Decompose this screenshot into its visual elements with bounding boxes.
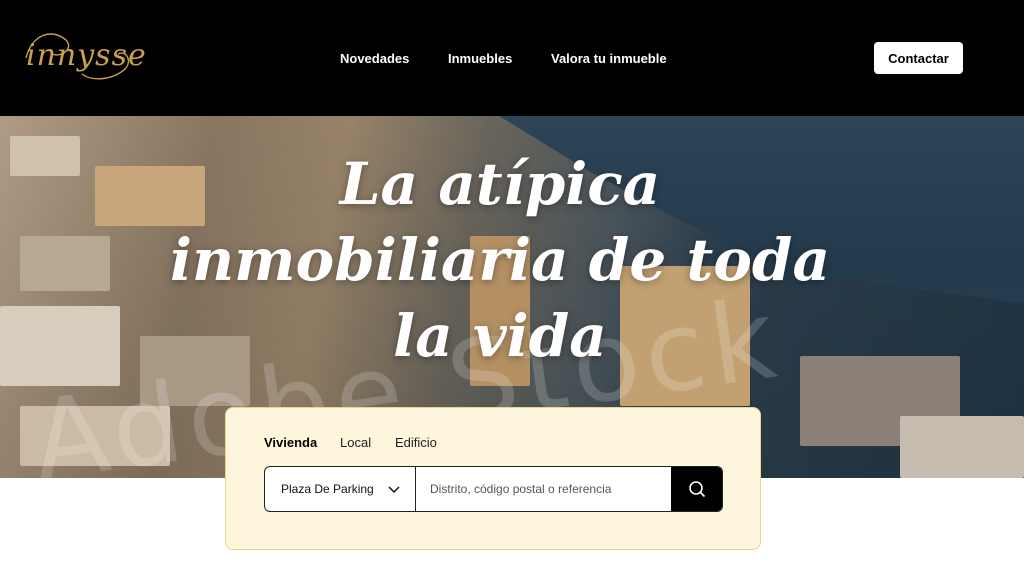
brand-logo[interactable]: innysse (22, 24, 146, 86)
hero-title: La atípica inmobiliaria de toda la vida (169, 150, 831, 370)
tab-local[interactable]: Local (340, 435, 371, 450)
operation-select[interactable]: Plaza De Parking (265, 467, 416, 511)
chevron-down-icon (388, 486, 400, 494)
city-building (10, 136, 80, 176)
tab-edificio[interactable]: Edificio (395, 435, 437, 450)
nav-item-novedades[interactable]: Novedades (340, 51, 409, 66)
nav-item-valora-tu-inmueble[interactable]: Valora tu inmueble (551, 51, 667, 66)
search-icon (688, 481, 705, 498)
logo-text: innysse (26, 38, 147, 73)
search-card: Vivienda Local Edificio Plaza De Parking (225, 407, 761, 550)
city-building (20, 236, 110, 291)
operation-select-value: Plaza De Parking (281, 482, 374, 496)
contact-button[interactable]: Contactar (874, 42, 963, 74)
site-header: innysse Novedades Inmuebles Valora tu in… (0, 0, 1024, 116)
search-button[interactable] (671, 467, 722, 511)
nav-item-inmuebles[interactable]: Inmuebles (448, 51, 512, 66)
search-input[interactable] (416, 467, 671, 511)
search-bar: Plaza De Parking (264, 466, 723, 512)
city-building (900, 416, 1024, 478)
tab-vivienda[interactable]: Vivienda (264, 435, 317, 450)
